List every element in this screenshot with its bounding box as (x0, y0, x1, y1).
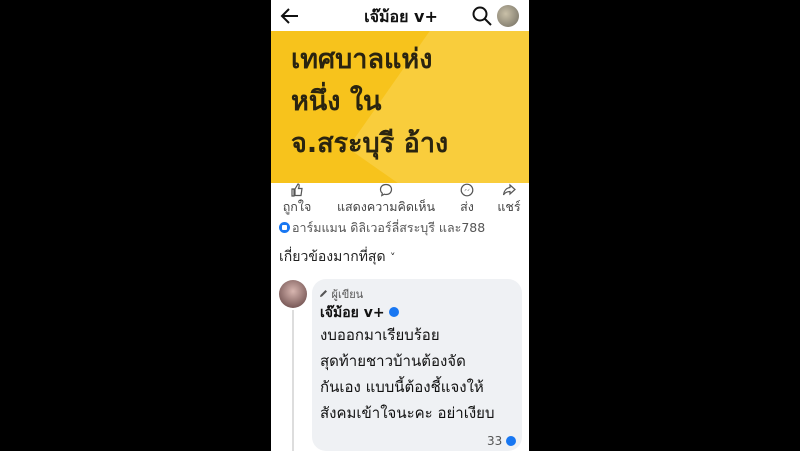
pencil-icon (320, 290, 327, 297)
like-reaction-icon (279, 222, 290, 233)
back-button[interactable] (279, 5, 303, 27)
chevron-down-icon: ˅ (390, 251, 396, 264)
comment-label: แสดงความคิดเห็น (336, 199, 436, 214)
commenter-avatar[interactable] (279, 280, 307, 308)
comment-line: สังคมเข้าใจนะคะ อย่าเงียบ (320, 404, 495, 422)
search-button[interactable] (471, 5, 493, 27)
author-badge: ผู้เขียน (319, 285, 363, 303)
thumbs-up-icon (291, 183, 303, 197)
thread-line (292, 310, 294, 451)
comment-button[interactable]: แสดงความคิดเห็น (321, 183, 451, 217)
comment-body: งบออกมาเรียบร้อย สุดท้ายชาวบ้านต้องจัด ก… (320, 322, 518, 426)
comment-line: งบออกมาเรียบร้อย (320, 326, 440, 344)
like-button[interactable]: ถูกใจ (277, 183, 317, 217)
banner-line: เทศบาลแห่ง (291, 44, 433, 75)
page-title: เจ๊ม้อย v+ (364, 7, 438, 26)
comment-line: กันเอง แบบนี้ต้องชี้แจงให้ (320, 378, 484, 396)
search-icon (472, 6, 492, 26)
comment-icon (379, 183, 393, 197)
share-label: แชร์ (497, 199, 521, 214)
share-button[interactable]: แชร์ (493, 183, 525, 217)
post-actions: ถูกใจ แสดงความคิดเห็น ส่ง แชร์ (271, 183, 529, 217)
messenger-icon (460, 183, 474, 197)
send-label: ส่ง (460, 199, 474, 214)
top-bar: เจ๊ม้อย v+ (271, 0, 529, 31)
arrow-left-icon (280, 8, 298, 24)
reaction-count-text: 33 (487, 434, 503, 448)
reaction-text: อาร์มแมน ดิลิเวอร์ลี่สระบุรี และ788 (292, 220, 486, 235)
banner-line: หนึ่ง ใน (291, 86, 382, 117)
comment-author-name[interactable]: เจ๊ม้อย v+ (320, 302, 399, 324)
profile-avatar[interactable] (497, 5, 519, 27)
banner-headline: เทศบาลแห่ง หนึ่ง ใน จ.สระบุรี อ้าง (291, 39, 521, 165)
comment-line: สุดท้ายชาวบ้านต้องจัด (320, 352, 466, 370)
author-badge-label: ผู้เขียน (331, 288, 364, 301)
phone-screen: เจ๊ม้อย v+ เทศบาลแห่ง หนึ่ง ใน จ.สระบุรี… (271, 0, 529, 451)
share-icon (502, 183, 516, 196)
author-name-text: เจ๊ม้อย v+ (320, 305, 385, 321)
like-label: ถูกใจ (282, 199, 312, 214)
like-reaction-icon (506, 436, 517, 446)
verified-badge-icon (388, 307, 399, 317)
comment-sort-dropdown[interactable]: เกี่ยวข้องมากที่สุด ˅ (279, 246, 396, 268)
banner-line: จ.สระบุรี อ้าง (291, 128, 449, 159)
reaction-summary[interactable]: อาร์มแมน ดิลิเวอร์ลี่สระบุรี และ788 (279, 218, 529, 238)
post-image-banner[interactable]: เทศบาลแห่ง หนึ่ง ใน จ.สระบุรี อ้าง (271, 31, 529, 183)
send-button[interactable]: ส่ง (453, 183, 481, 217)
sort-label: เกี่ยวข้องมากที่สุด (279, 249, 386, 265)
comment-reaction-count[interactable]: 33 (487, 434, 517, 448)
